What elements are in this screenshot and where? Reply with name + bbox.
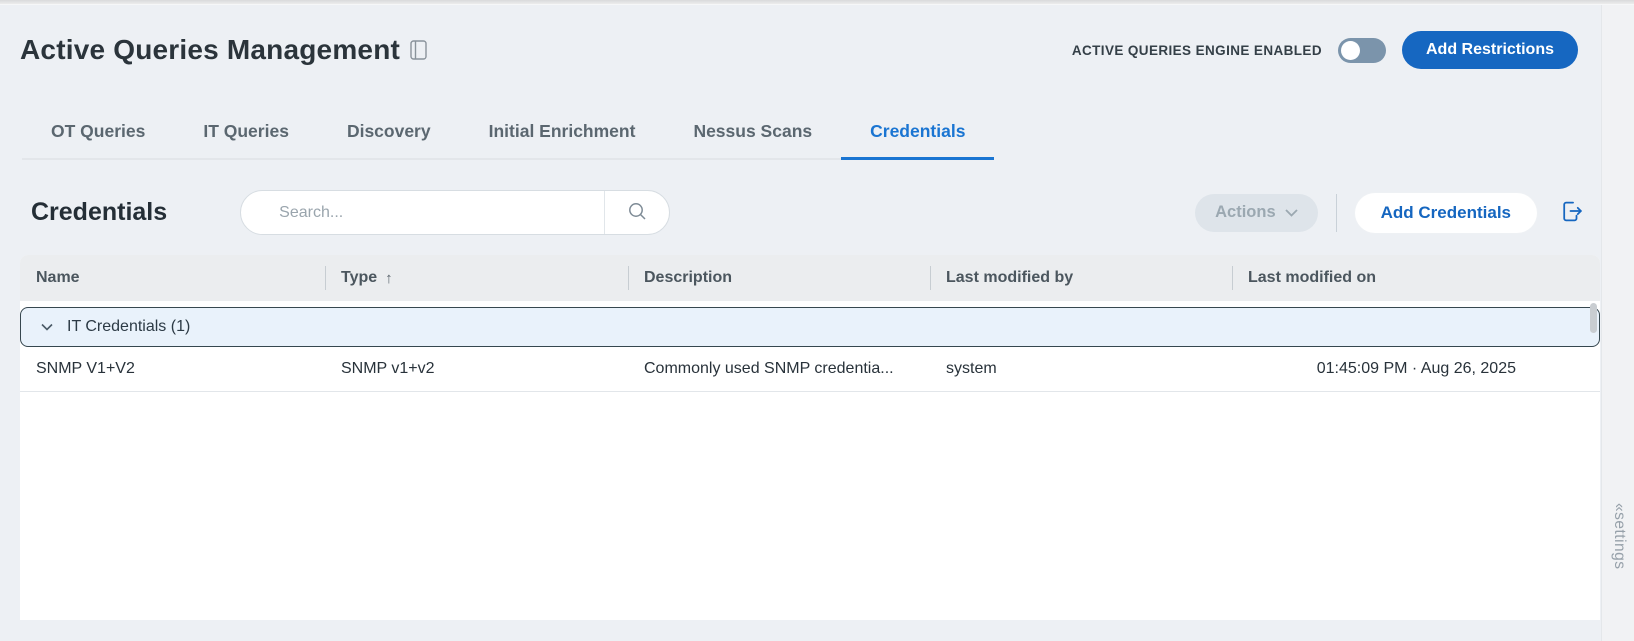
column-header-description[interactable]: Description: [628, 255, 930, 301]
column-header-type[interactable]: Type ↑: [325, 255, 628, 301]
toggle-knob: [1341, 41, 1360, 60]
add-restrictions-button[interactable]: Add Restrictions: [1402, 31, 1578, 69]
page-header: Active Queries Management ACTIVE QUERIES…: [20, 31, 1634, 69]
column-header-last-modified-by[interactable]: Last modified by: [930, 255, 1232, 301]
engine-toggle-label: ACTIVE QUERIES ENGINE ENABLED: [1072, 43, 1322, 58]
chevron-down-icon: [1285, 203, 1298, 222]
table-header-row: Name Type ↑ Description Last modified by…: [20, 255, 1600, 301]
page-title: Active Queries Management: [20, 34, 400, 66]
add-credentials-button[interactable]: Add Credentials: [1355, 193, 1537, 233]
sort-asc-icon: ↑: [385, 270, 393, 287]
cell-description: Commonly used SNMP credentia...: [628, 360, 930, 378]
settings-rail-label: settings: [1611, 512, 1628, 569]
window-top-edge: [0, 0, 1634, 5]
credentials-toolbar: Credentials Actions: [20, 190, 1634, 235]
column-header-name[interactable]: Name: [20, 255, 325, 301]
column-header-last-modified-on[interactable]: Last modified on: [1232, 255, 1600, 301]
search-input[interactable]: [241, 191, 604, 234]
tab-credentials[interactable]: Credentials: [841, 107, 994, 158]
tab-nessus-scans[interactable]: Nessus Scans: [664, 107, 841, 158]
tab-it-queries[interactable]: IT Queries: [174, 107, 318, 158]
tab-discovery[interactable]: Discovery: [318, 107, 460, 158]
tab-initial-enrichment[interactable]: Initial Enrichment: [460, 107, 665, 158]
cell-name: SNMP V1+V2: [20, 360, 325, 378]
search-button[interactable]: [605, 191, 669, 234]
toolbar-divider: [1336, 194, 1337, 232]
credentials-table: Name Type ↑ Description Last modified by…: [20, 255, 1600, 620]
actions-label: Actions: [1215, 203, 1276, 222]
group-row-label: IT Credentials (1): [67, 318, 190, 336]
cell-type: SNMP v1+v2: [325, 360, 628, 378]
vertical-scrollbar-thumb[interactable]: [1590, 303, 1597, 333]
active-queries-engine-toggle[interactable]: [1338, 38, 1386, 63]
table-row[interactable]: SNMP V1+V2 SNMP v1+v2 Commonly used SNMP…: [20, 347, 1600, 392]
group-row-it-credentials[interactable]: IT Credentials (1): [20, 307, 1600, 347]
tab-ot-queries[interactable]: OT Queries: [22, 107, 174, 158]
release-notes-book-icon[interactable]: [410, 36, 427, 65]
search-box: [240, 190, 670, 235]
search-icon: [627, 201, 648, 225]
export-icon: [1559, 199, 1584, 227]
collapse-chevrons-icon: «: [1611, 503, 1628, 512]
actions-dropdown[interactable]: Actions: [1195, 194, 1318, 232]
cell-last-modified-by: system: [930, 360, 1232, 378]
chevron-down-icon: [41, 318, 53, 336]
tab-bar: OT Queries IT Queries Discovery Initial …: [22, 107, 994, 160]
settings-rail-toggle[interactable]: «settings: [1610, 503, 1628, 570]
settings-rail: «settings: [1601, 5, 1634, 641]
export-button[interactable]: [1559, 199, 1584, 227]
section-title: Credentials: [31, 198, 167, 227]
cell-last-modified-on: 01:45:09 PM · Aug 26, 2025: [1232, 360, 1600, 378]
active-queries-page: Active Queries Management ACTIVE QUERIES…: [0, 31, 1634, 620]
